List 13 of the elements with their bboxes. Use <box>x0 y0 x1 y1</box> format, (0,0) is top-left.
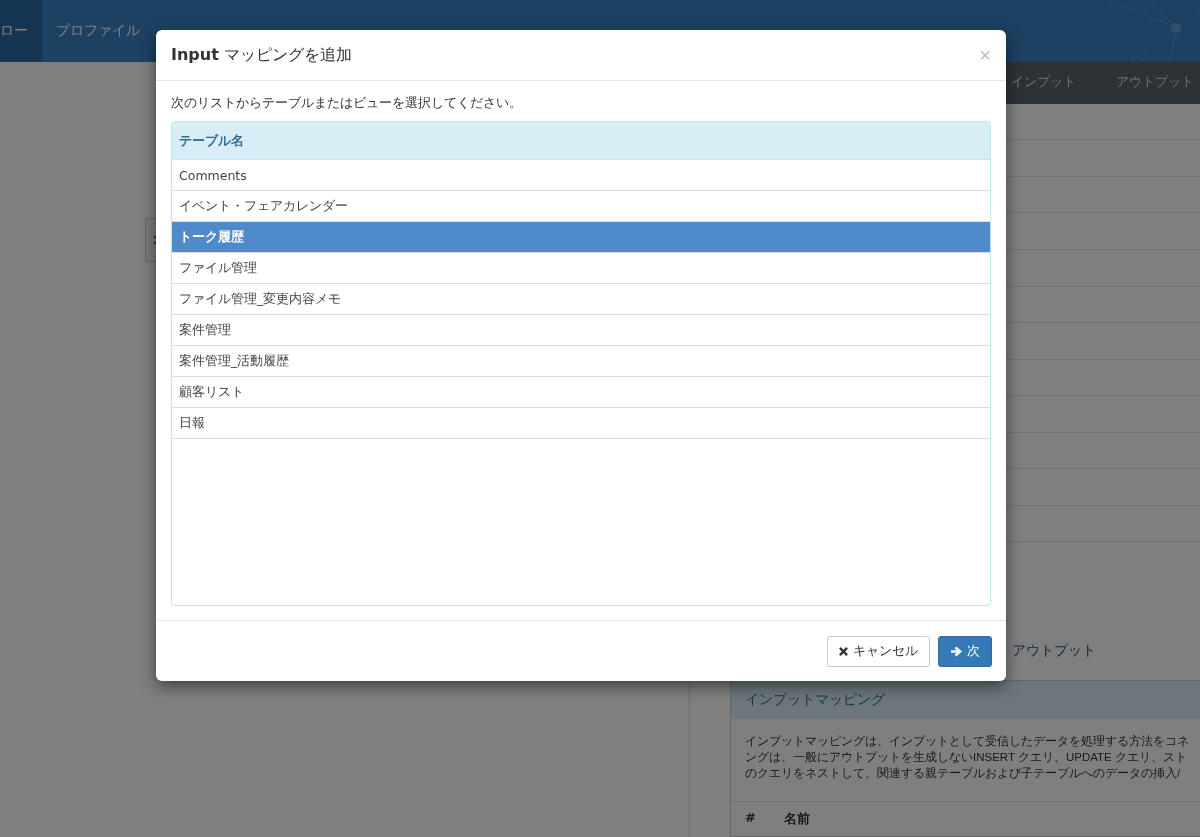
panel-description: インプットマッピングは、インプットとして受信したデータを処理する方法をコネ ングは、一般にアウトプットを生成しないINSERT クエリ、UPDATE クエリ、スト のクエリをネストして、関連する親テーブルおよび子テーブルへのデータの挿入/ <box>744 734 1190 781</box>
column-header: 名前 <box>783 810 810 828</box>
next-button[interactable]: 次 <box>938 635 992 667</box>
panel-title: インプットマッピング <box>731 681 1200 719</box>
column-header: # <box>745 810 756 827</box>
list-row[interactable]: トーク履歴 <box>172 222 990 253</box>
list-header: テーブル名 <box>172 122 990 160</box>
close-icon <box>839 646 848 656</box>
instruction-text: 次のリストからテーブルまたはビューを選択してください。 <box>171 95 523 112</box>
dialog-title: Input マッピングを追加 <box>171 44 352 66</box>
arrow-right-icon <box>950 645 962 657</box>
cancel-button[interactable]: キャンセル <box>827 635 930 667</box>
section-link[interactable]: アウトプット <box>1012 642 1096 661</box>
